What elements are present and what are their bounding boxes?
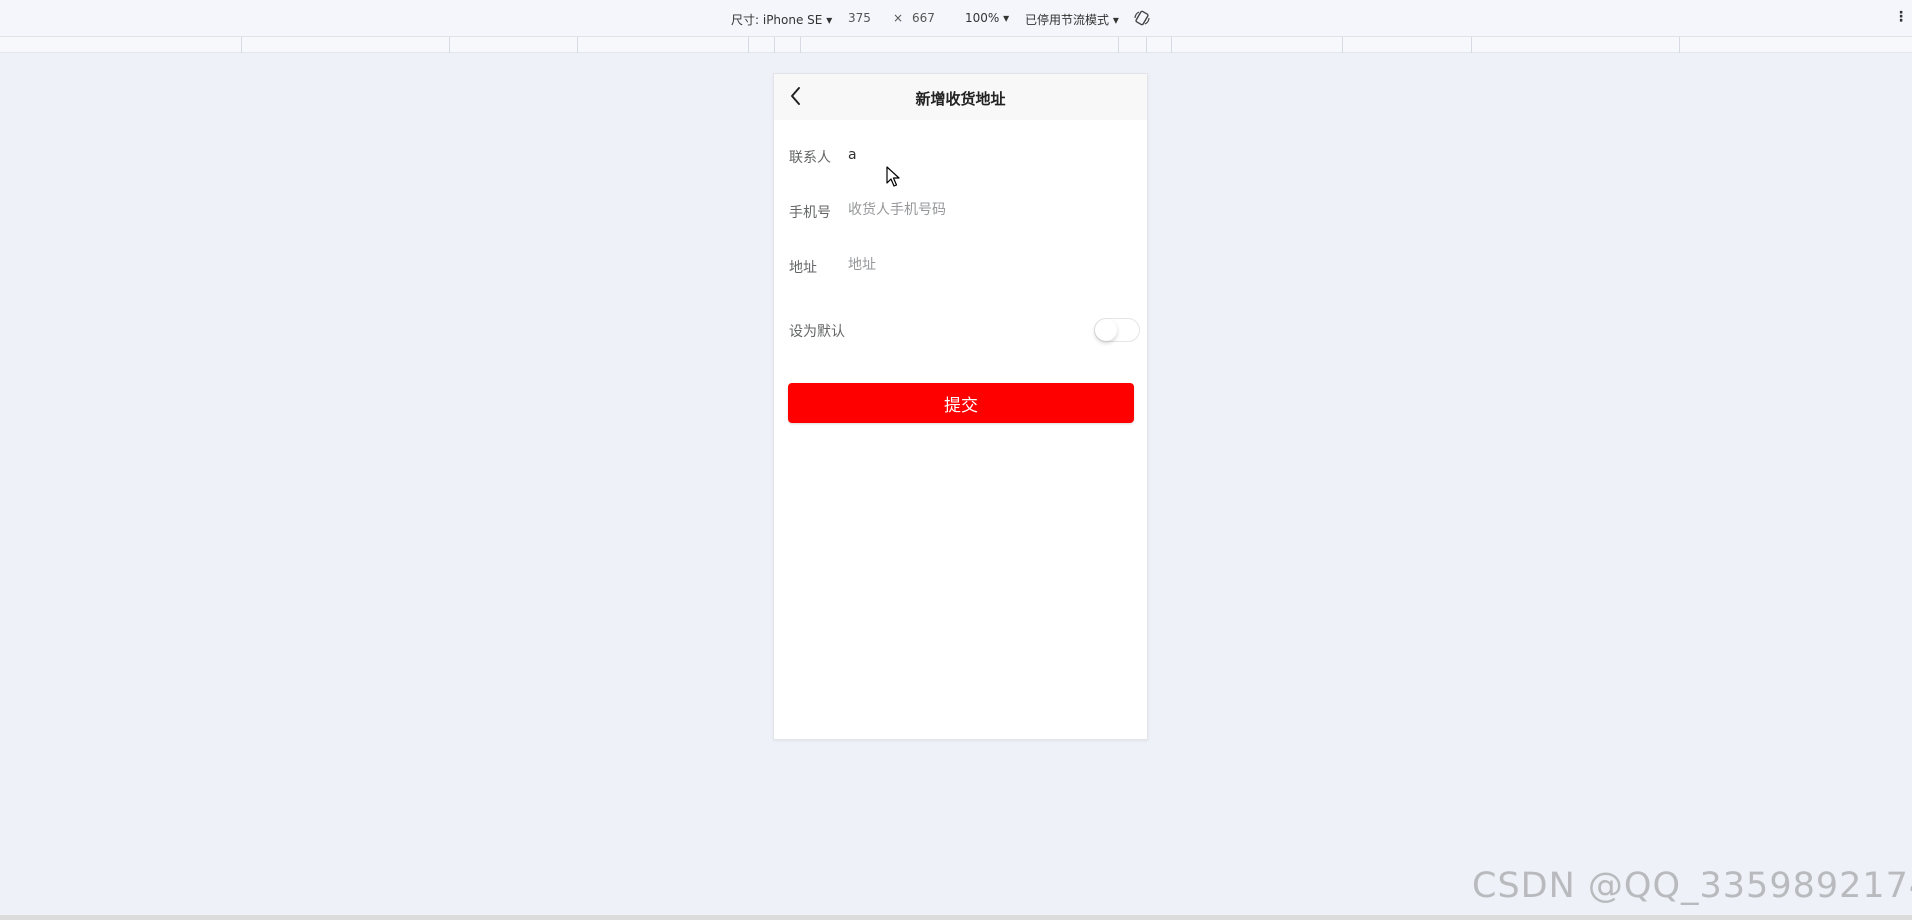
switch-knob	[1095, 319, 1117, 341]
contact-row: 联系人	[774, 131, 1147, 179]
default-row: 设为默认	[774, 305, 1147, 353]
dimension-separator: ×	[893, 11, 904, 25]
device-select[interactable]: 尺寸: iPhone SE ▾	[731, 11, 832, 28]
bottom-edge	[0, 915, 1912, 920]
default-switch[interactable]	[1094, 318, 1140, 342]
device-height-input[interactable]: 667	[912, 11, 935, 25]
zoom-select[interactable]: 100% ▾	[965, 11, 1009, 25]
phone-viewport: 新增收货地址 联系人 手机号 地址 设为默认 提交	[773, 73, 1148, 740]
mouse-cursor-icon	[886, 166, 900, 188]
throttle-select[interactable]: 已停用节流模式 ▾	[1025, 11, 1119, 28]
phone-label: 手机号	[789, 205, 831, 221]
media-query-ruler	[0, 37, 1912, 53]
phone-row: 手机号	[774, 186, 1147, 234]
watermark: CSDN @QQ_3359892174	[1472, 866, 1912, 906]
address-label: 地址	[789, 260, 817, 276]
device-width-input[interactable]: 375	[848, 11, 871, 25]
rotate-icon[interactable]	[1133, 9, 1151, 27]
phone-input[interactable]	[848, 194, 1128, 226]
contact-label: 联系人	[789, 150, 831, 166]
page-title: 新增收货地址	[915, 90, 1006, 108]
nav-bar: 新增收货地址	[774, 74, 1147, 120]
devtools-toolbar: 尺寸: iPhone SE ▾ 375 × 667 100% ▾ 已停用节流模式…	[0, 0, 1912, 37]
more-options-icon[interactable]: ⋮	[1894, 9, 1908, 25]
address-row: 地址	[774, 241, 1147, 289]
address-input[interactable]	[848, 249, 1128, 281]
submit-button[interactable]: 提交	[788, 383, 1134, 423]
default-label: 设为默认	[789, 324, 845, 340]
